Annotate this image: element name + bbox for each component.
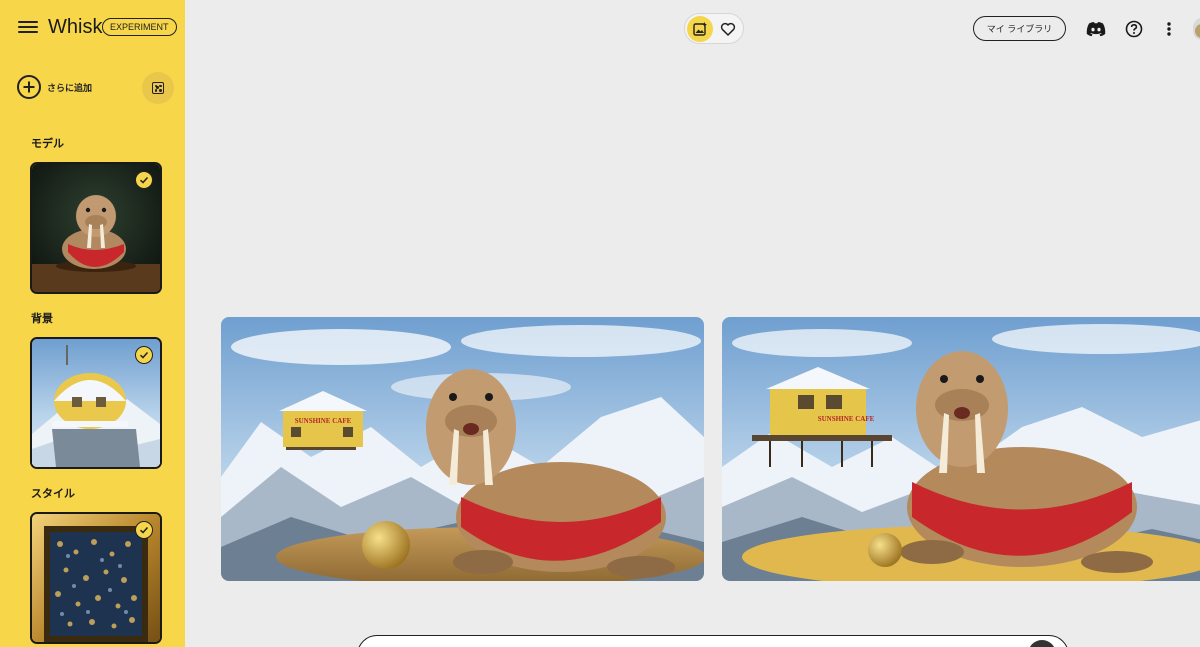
section-title-model: モデル (31, 137, 64, 150)
add-more-button[interactable]: さらに追加 (17, 75, 92, 99)
check-icon (135, 346, 153, 364)
generated-image: SUNSHINE CAFE (221, 317, 704, 581)
favorites-toggle[interactable] (715, 16, 741, 42)
generated-image: SUNSHINE CAFE (722, 317, 1200, 581)
view-toggle (684, 13, 744, 44)
menu-icon[interactable] (18, 18, 38, 36)
section-title-style: スタイル (31, 487, 75, 500)
sidebar: Whisk EXPERIMENT さらに追加 モデル 背景 スタイル (0, 0, 185, 647)
add-circle-icon (17, 75, 41, 99)
style-thumbnail[interactable] (30, 512, 162, 644)
add-more-label: さらに追加 (47, 83, 93, 94)
creations-toggle[interactable] (687, 16, 713, 42)
result-card[interactable]: SUNSHINE CAFE (722, 317, 1200, 581)
avatar[interactable] (1193, 18, 1200, 40)
check-icon (135, 521, 153, 539)
heart-icon (720, 22, 736, 36)
experiment-badge: EXPERIMENT (102, 18, 177, 36)
cafe-sign: SUNSHINE CAFE (295, 417, 352, 425)
app-title: Whisk (48, 16, 103, 38)
my-library-button[interactable]: マイ ライブラリ (973, 16, 1066, 41)
discord-icon[interactable] (1084, 18, 1108, 40)
randomize-button[interactable] (142, 72, 174, 104)
prompt-input[interactable] (357, 635, 1069, 647)
background-thumbnail[interactable] (30, 337, 162, 469)
check-icon (135, 171, 153, 189)
section-title-background: 背景 (31, 312, 53, 325)
dice-icon (152, 82, 164, 94)
more-vert-icon[interactable] (1160, 18, 1178, 40)
result-card[interactable]: SUNSHINE CAFE (221, 317, 704, 581)
model-thumbnail[interactable] (30, 162, 162, 294)
help-icon[interactable] (1123, 18, 1145, 40)
image-sparkle-icon (693, 22, 707, 36)
cafe-sign: SUNSHINE CAFE (818, 415, 875, 423)
